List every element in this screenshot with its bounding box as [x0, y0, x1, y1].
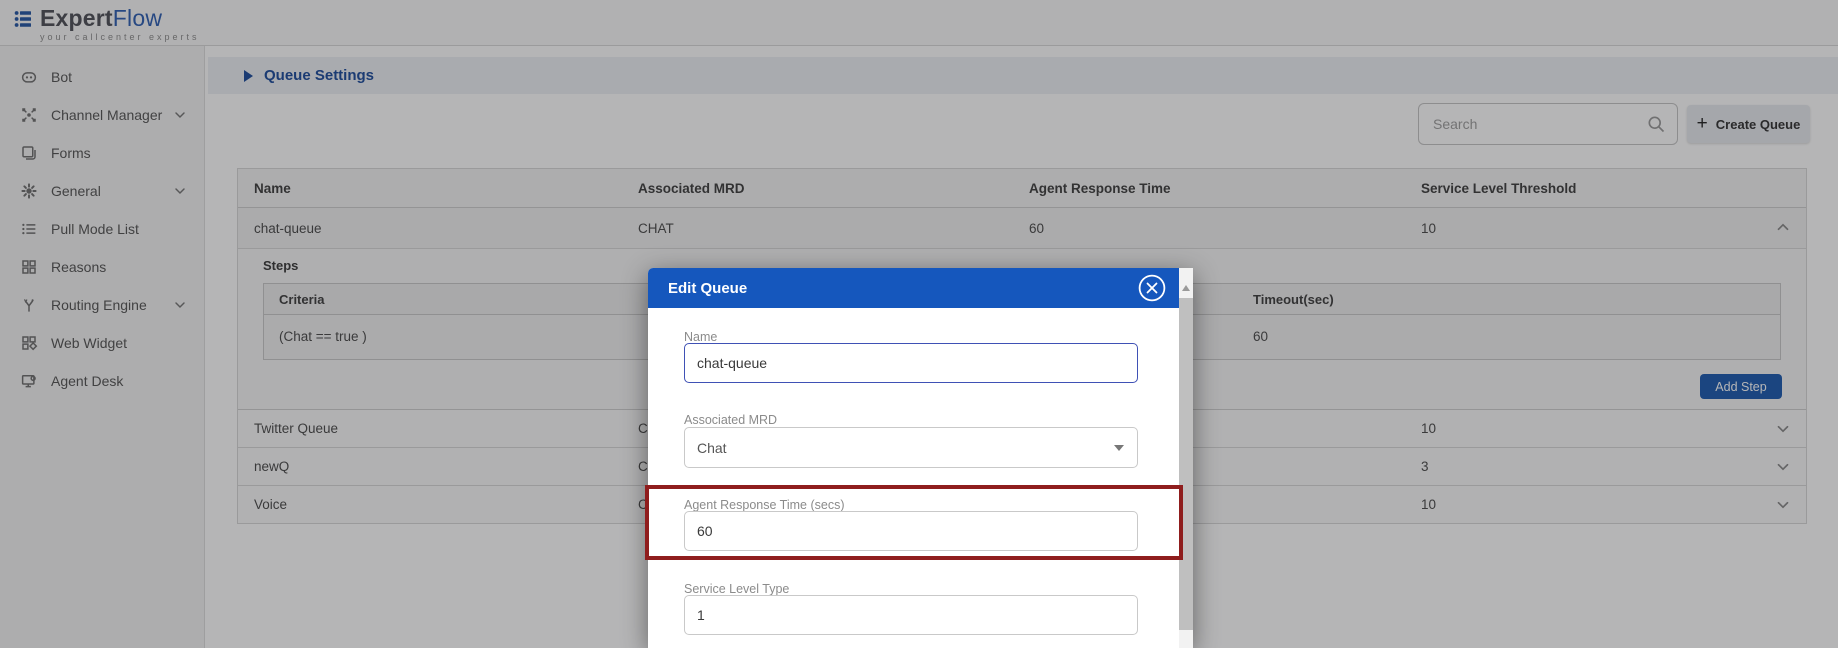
scrollbar-thumb[interactable] — [1179, 298, 1193, 630]
modal-title: Edit Queue — [668, 280, 747, 297]
mrd-selected-value: Chat — [697, 440, 727, 456]
modal-header: Edit Queue — [648, 268, 1179, 308]
scroll-up-arrow-icon[interactable] — [1182, 278, 1190, 296]
close-icon — [1138, 274, 1166, 302]
modal-scrollbar[interactable] — [1179, 268, 1193, 648]
agent-response-time-field-label: Agent Response Time (secs) — [684, 498, 845, 512]
service-level-type-field[interactable] — [684, 595, 1138, 635]
name-field-label: Name — [684, 330, 717, 344]
name-field[interactable] — [684, 343, 1138, 383]
edit-queue-modal: Edit Queue Name Associated MRD Chat Agen… — [648, 268, 1193, 648]
close-button[interactable] — [1138, 274, 1166, 302]
mrd-select[interactable]: Chat — [684, 427, 1138, 468]
agent-response-time-field[interactable] — [684, 511, 1138, 551]
service-level-type-field-label: Service Level Type — [684, 582, 789, 596]
caret-down-icon — [1113, 444, 1125, 452]
mrd-field-label: Associated MRD — [684, 413, 777, 427]
